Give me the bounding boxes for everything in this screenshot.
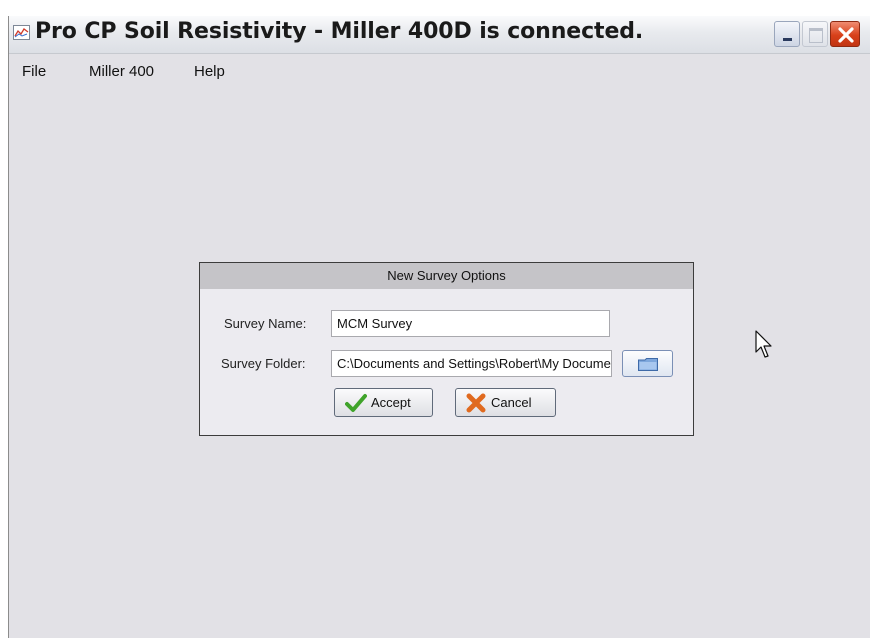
cancel-button[interactable]: Cancel xyxy=(455,388,556,417)
window-title: Pro CP Soil Resistivity - Miller 400D is… xyxy=(35,19,644,44)
menu-bar: File Miller 400 Help xyxy=(9,55,870,89)
menu-miller-400[interactable]: Miller 400 xyxy=(89,63,154,80)
app-window: Pro CP Soil Resistivity - Miller 400D is… xyxy=(8,16,870,638)
menu-file[interactable]: File xyxy=(22,63,46,80)
survey-name-input[interactable]: MCM Survey xyxy=(331,310,610,337)
survey-folder-label: Survey Folder: xyxy=(221,356,306,371)
survey-folder-input[interactable]: C:\Documents and Settings\Robert\My Docu… xyxy=(331,350,612,377)
title-bar[interactable]: Pro CP Soil Resistivity - Miller 400D is… xyxy=(9,16,870,54)
cancel-label: Cancel xyxy=(491,395,532,410)
folder-icon xyxy=(638,358,658,371)
browse-folder-button[interactable] xyxy=(622,350,673,377)
chart-icon xyxy=(13,25,30,40)
new-survey-dialog: New Survey Options Survey Name: MCM Surv… xyxy=(199,262,694,436)
accept-label: Accept xyxy=(371,395,411,410)
dialog-title: New Survey Options xyxy=(200,263,693,289)
survey-name-label: Survey Name: xyxy=(224,316,307,331)
close-button[interactable] xyxy=(830,21,860,47)
close-icon xyxy=(838,27,854,43)
mouse-pointer-icon xyxy=(755,330,772,358)
x-icon xyxy=(466,393,486,413)
checkmark-icon xyxy=(345,394,367,412)
maximize-button[interactable] xyxy=(802,21,828,47)
menu-help[interactable]: Help xyxy=(194,63,225,80)
accept-button[interactable]: Accept xyxy=(334,388,433,417)
minimize-button[interactable] xyxy=(774,21,800,47)
